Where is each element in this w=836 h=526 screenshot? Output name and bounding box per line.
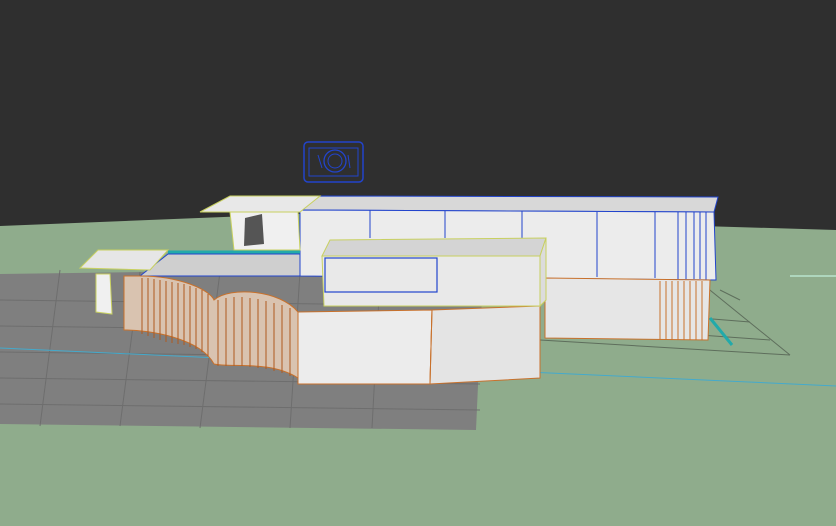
left-lower-roof — [138, 253, 301, 277]
middle-box-top — [321, 237, 547, 257]
small-cantilever-post — [95, 273, 113, 315]
left-canopy-opening — [244, 214, 264, 246]
middle-box-front — [321, 255, 541, 307]
viewport-canvas[interactable] — [0, 0, 836, 526]
front-box-left — [297, 309, 433, 385]
upper-volume-top — [298, 195, 719, 213]
front-box-right — [429, 305, 541, 385]
right-lower-wall — [544, 277, 711, 341]
left-canopy-wall — [229, 211, 301, 251]
3d-viewport[interactable] — [0, 0, 836, 526]
